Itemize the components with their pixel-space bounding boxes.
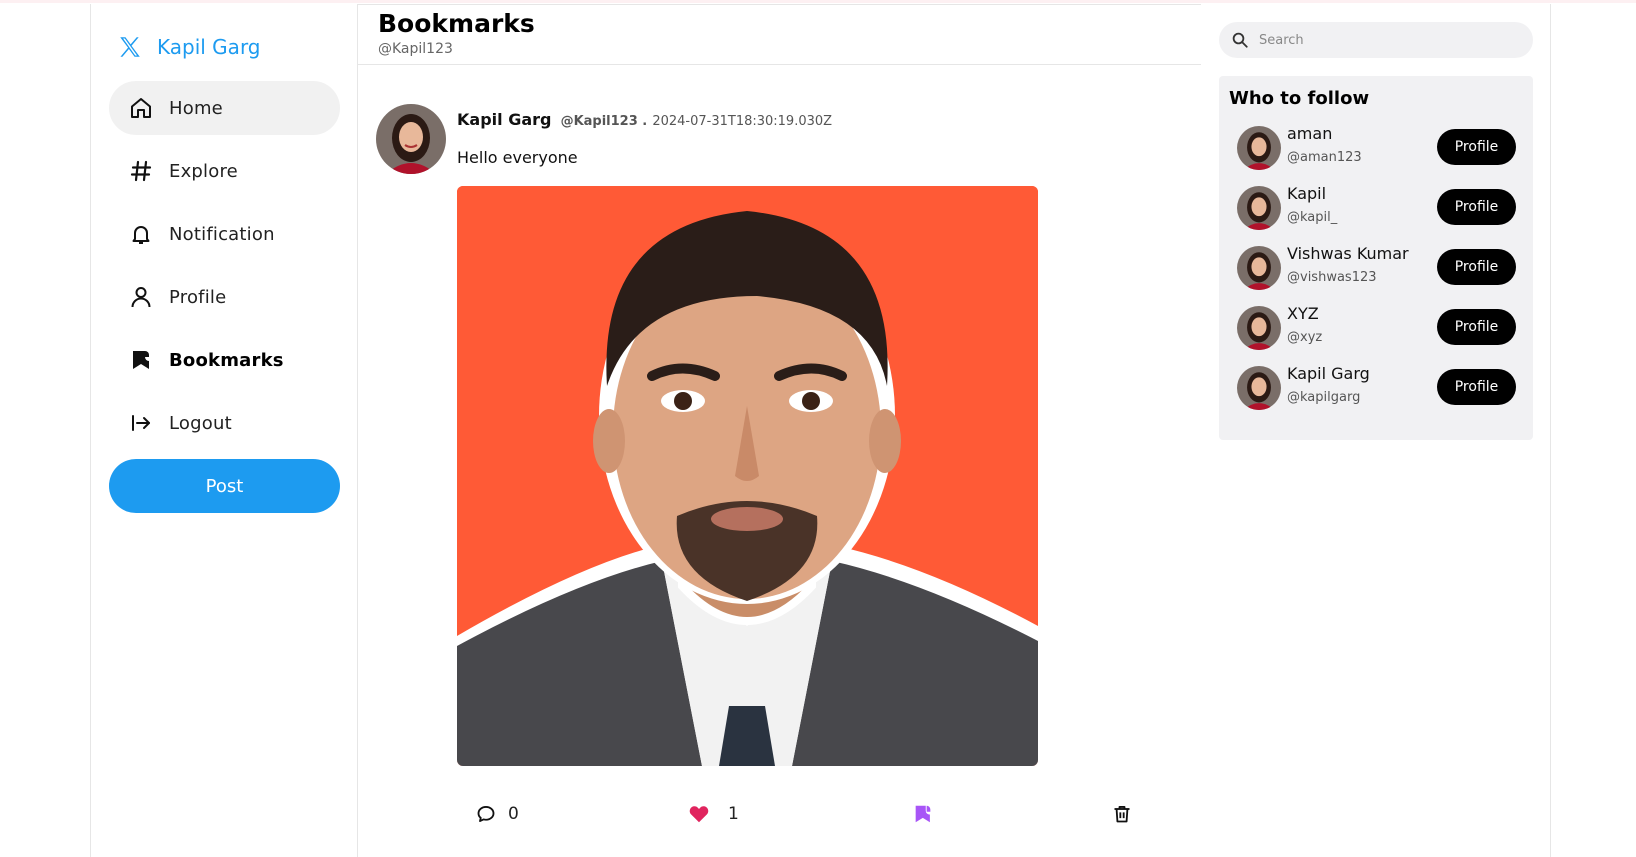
nav-item-notification[interactable]: Notification — [109, 207, 340, 261]
bookmark-icon — [129, 348, 153, 372]
page-header: Bookmarks @Kapil123 — [358, 4, 1201, 65]
heart-icon — [689, 806, 709, 823]
suggestion-name: Kapil — [1287, 184, 1327, 203]
search-icon — [1232, 32, 1248, 48]
brand-name: Kapil Garg — [157, 35, 261, 59]
post-image[interactable] — [457, 186, 1038, 766]
follow-suggestion: Vishwas Kumar @vishwas123 Profile — [1219, 238, 1533, 298]
avatar[interactable] — [1237, 306, 1281, 350]
avatar[interactable] — [1237, 366, 1281, 410]
post-author-name[interactable]: Kapil Garg — [457, 110, 551, 129]
app-container: Kapil Garg Home Explore Notification Pro… — [90, 4, 1551, 857]
user-icon — [129, 285, 153, 309]
bookmark-action[interactable] — [912, 794, 934, 834]
post-header: Kapil Garg @Kapil123 . 2024-07-31T18:30:… — [457, 110, 832, 129]
like-count: 1 — [728, 804, 739, 824]
search-input[interactable] — [1259, 32, 1509, 48]
page-handle: @Kapil123 — [378, 41, 453, 57]
suggestion-handle: @aman123 — [1287, 150, 1362, 165]
follow-suggestion: Kapil Garg @kapilgarg Profile — [1219, 358, 1533, 418]
nav-item-home[interactable]: Home — [109, 81, 340, 135]
avatar[interactable] — [1237, 126, 1281, 170]
follow-suggestion: XYZ @xyz Profile — [1219, 298, 1533, 358]
delete-action[interactable] — [1112, 794, 1132, 834]
comment-count: 0 — [508, 804, 519, 824]
who-to-follow-title: Who to follow — [1229, 88, 1370, 109]
profile-button[interactable]: Profile — [1437, 189, 1516, 225]
home-icon — [129, 96, 153, 120]
profile-button[interactable]: Profile — [1437, 249, 1516, 285]
hashtag-icon — [129, 159, 153, 183]
post-author-avatar[interactable] — [376, 104, 446, 174]
suggestion-handle: @kapil_ — [1287, 210, 1338, 225]
follow-suggestion: Kapil @kapil_ Profile — [1219, 178, 1533, 238]
profile-button[interactable]: Profile — [1437, 369, 1516, 405]
bell-icon — [129, 222, 153, 246]
comment-action[interactable]: 0 — [476, 794, 519, 834]
like-action[interactable]: 1 — [688, 794, 739, 834]
follow-suggestion: aman @aman123 Profile — [1219, 118, 1533, 178]
nav-label-bookmarks: Bookmarks — [169, 349, 284, 371]
page-title: Bookmarks — [378, 9, 535, 38]
x-logo-icon — [120, 37, 140, 57]
suggestion-handle: @kapilgarg — [1287, 390, 1361, 405]
suggestion-name: Kapil Garg — [1287, 364, 1370, 383]
nav-label-logout: Logout — [169, 412, 232, 434]
post-author-handle: @Kapil123 . — [560, 114, 648, 129]
post-button[interactable]: Post — [109, 459, 340, 513]
main-nav: Home Explore Notification Profile Bookma… — [109, 81, 340, 459]
bookmark-filled-icon — [915, 805, 931, 823]
suggestion-name: aman — [1287, 124, 1333, 143]
trash-icon — [1114, 806, 1130, 823]
suggestion-name: XYZ — [1287, 304, 1319, 323]
nav-label-notification: Notification — [169, 223, 275, 245]
suggestion-handle: @vishwas123 — [1287, 270, 1377, 285]
search-box[interactable] — [1219, 22, 1533, 58]
nav-label-explore: Explore — [169, 160, 238, 182]
comment-icon — [477, 806, 495, 822]
right-sidebar: Who to follow aman @aman123 Profile Kapi… — [1201, 4, 1552, 857]
who-to-follow: Who to follow aman @aman123 Profile Kapi… — [1219, 76, 1533, 440]
avatar[interactable] — [1237, 186, 1281, 230]
top-accent-line — [0, 0, 1636, 3]
main-feed: Bookmarks @Kapil123 Kapil Garg @Kapil123… — [358, 4, 1201, 857]
suggestion-handle: @xyz — [1287, 330, 1323, 345]
profile-button[interactable]: Profile — [1437, 309, 1516, 345]
nav-item-logout[interactable]: Logout — [109, 396, 340, 450]
post-actions: 0 1 — [376, 794, 1186, 834]
suggestion-name: Vishwas Kumar — [1287, 244, 1409, 263]
sidebar: Kapil Garg Home Explore Notification Pro… — [91, 4, 358, 857]
post-timestamp: 2024-07-31T18:30:19.030Z — [652, 114, 833, 129]
nav-item-profile[interactable]: Profile — [109, 270, 340, 324]
avatar[interactable] — [1237, 246, 1281, 290]
profile-button[interactable]: Profile — [1437, 129, 1516, 165]
logout-icon — [129, 411, 153, 435]
brand[interactable]: Kapil Garg — [117, 30, 261, 64]
nav-label-home: Home — [169, 97, 223, 119]
post-text: Hello everyone — [457, 148, 578, 167]
nav-item-explore[interactable]: Explore — [109, 144, 340, 198]
nav-label-profile: Profile — [169, 286, 227, 308]
nav-item-bookmarks[interactable]: Bookmarks — [109, 333, 340, 387]
